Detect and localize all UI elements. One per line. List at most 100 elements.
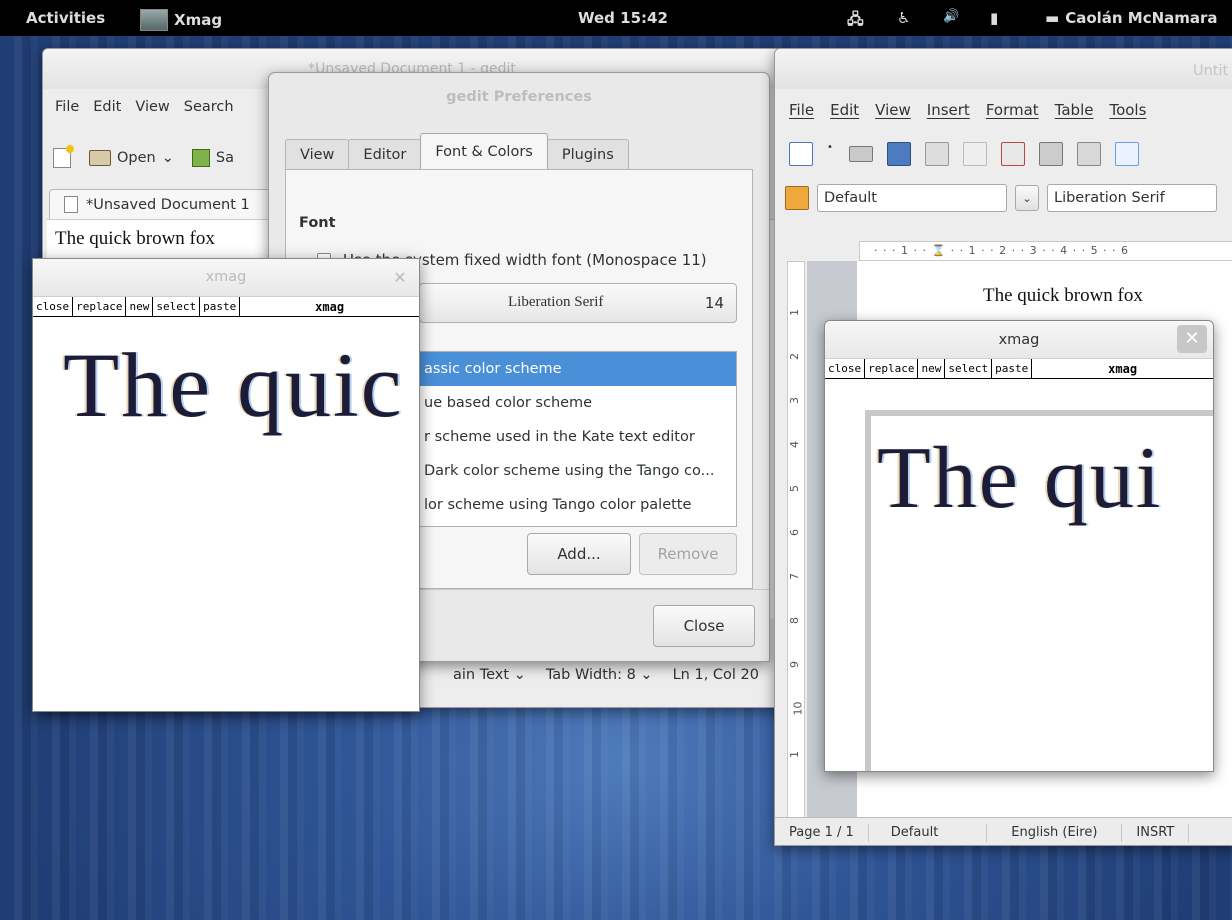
xmag-paste-button[interactable]: paste [200, 297, 241, 316]
vruler-tick: 2 [788, 353, 801, 360]
xmag-close-button[interactable]: close [33, 297, 74, 316]
menu-table[interactable]: Table [1055, 101, 1094, 119]
user-menu[interactable]: ▬ Caolán McNamara [1045, 9, 1218, 27]
menu-file[interactable]: File [789, 101, 814, 119]
open-folder-icon [89, 150, 111, 166]
font-name-combo[interactable]: Liberation Serif [1047, 184, 1217, 212]
styles-icon[interactable] [785, 186, 809, 210]
language-status[interactable]: English (Eire) [987, 823, 1123, 842]
battery-icon[interactable]: ▮ [990, 9, 998, 27]
vruler-tick: 8 [788, 617, 801, 624]
xmag-window-left: xmag ✕ close replace new select paste xm… [32, 258, 420, 712]
chat-icon: ▬ [1045, 9, 1060, 27]
xmag-paste-button[interactable]: paste [992, 359, 1033, 378]
print-preview-icon[interactable] [1077, 142, 1101, 166]
vruler-tick: 1 [788, 309, 801, 316]
tab-font-colors[interactable]: Font & Colors [420, 133, 548, 169]
add-scheme-button[interactable]: Add... [527, 533, 631, 575]
app-menu[interactable]: Xmag [140, 9, 222, 31]
save-icon[interactable] [887, 142, 911, 166]
horizontal-ruler[interactable]: · · · 1 · · ⌛ · · 1 · · 2 · · 3 · · 4 · … [859, 241, 1232, 261]
vruler-tick: 10 [791, 701, 805, 716]
menu-insert[interactable]: Insert [927, 101, 970, 119]
scheme-item[interactable]: Dark color scheme using the Tango co... [420, 454, 736, 488]
tab-view[interactable]: View [285, 139, 350, 169]
font-chooser-button[interactable]: Liberation Serif 14 [419, 283, 737, 323]
chevron-down-icon[interactable]: • [827, 142, 835, 166]
menu-view[interactable]: View [875, 101, 911, 119]
new-document-icon[interactable] [789, 142, 813, 166]
close-icon[interactable]: ✕ [1177, 325, 1207, 353]
page-text: The quick brown fox [983, 285, 1143, 306]
writer-statusbar: Page 1 / 1 Default English (Eire) INSRT [775, 817, 1232, 845]
activities-button[interactable]: Activities [26, 9, 105, 27]
accessibility-icon[interactable]: ♿ [897, 9, 910, 27]
writer-title: Untit [1193, 63, 1229, 79]
magnified-view[interactable]: The qui [825, 380, 1213, 771]
remove-scheme-button[interactable]: Remove [639, 533, 737, 575]
magnified-text: The qui [877, 430, 1163, 527]
menu-tools[interactable]: Tools [1109, 101, 1146, 119]
export-pdf-icon[interactable] [1001, 142, 1025, 166]
xmag-close-button[interactable]: close [825, 359, 866, 378]
language-selector[interactable]: ain Text ⌄ [453, 667, 526, 683]
scheme-item[interactable]: assic color scheme [420, 352, 736, 386]
chevron-down-icon[interactable]: ⌄ [1015, 185, 1039, 211]
vruler-tick: 3 [788, 397, 801, 404]
menu-file[interactable]: File [55, 99, 79, 127]
xmag-label: xmag [315, 299, 345, 314]
xmag-select-button[interactable]: select [945, 359, 993, 378]
menu-search[interactable]: Search [184, 99, 234, 127]
menu-format[interactable]: Format [986, 101, 1039, 119]
xmag-app-icon [140, 9, 168, 31]
preferences-title[interactable]: gedit Preferences [269, 73, 769, 123]
volume-icon[interactable]: 🔊 [943, 9, 959, 24]
open-folder-icon[interactable] [849, 146, 873, 162]
email-icon[interactable] [925, 142, 949, 166]
clock[interactable]: Wed 15:42 [578, 9, 668, 27]
xmag-replace-button[interactable]: replace [73, 297, 127, 316]
tab-width-selector[interactable]: Tab Width: 8 ⌄ [546, 667, 653, 683]
tab-width-label: Tab Width: 8 [545, 667, 636, 683]
paragraph-style-combo[interactable]: Default [817, 184, 1007, 212]
preferences-tabs: View Editor Font & Colors Plugins [285, 133, 629, 169]
scheme-item[interactable]: lor scheme using Tango color palette [420, 488, 736, 522]
vertical-ruler[interactable]: 1 2 3 4 5 6 7 8 9 10 1 [787, 261, 805, 821]
xmag-replace-button[interactable]: replace [865, 359, 919, 378]
insert-mode[interactable]: INSRT [1122, 823, 1190, 842]
open-button[interactable]: Open ⌄ [89, 150, 174, 166]
magnified-view[interactable]: The quic [33, 318, 419, 711]
scheme-item[interactable]: r scheme used in the Kate text editor [420, 420, 736, 454]
save-button[interactable]: Sa [191, 149, 234, 167]
menu-edit[interactable]: Edit [93, 99, 121, 127]
xmag-titlebar[interactable]: xmag [825, 321, 1213, 359]
tab-plugins[interactable]: Plugins [546, 139, 629, 169]
spellcheck-icon[interactable] [1115, 142, 1139, 166]
scheme-item[interactable]: ue based color scheme [420, 386, 736, 420]
menu-edit[interactable]: Edit [830, 101, 859, 119]
close-icon[interactable]: ✕ [389, 267, 411, 289]
document-tab-label: *Unsaved Document 1 [86, 196, 250, 213]
network-icon[interactable]: 🖧 [847, 9, 864, 34]
vruler-tick: 5 [788, 485, 801, 492]
print-icon[interactable] [1039, 142, 1063, 166]
cursor-position: Ln 1, Col 20 [672, 667, 759, 683]
editor-text: The quick brown fox [55, 228, 215, 249]
app-menu-label: Xmag [174, 11, 223, 29]
page-style[interactable]: Default [869, 823, 988, 842]
xmag-new-button[interactable]: new [918, 359, 946, 378]
writer-titlebar[interactable]: Untit [775, 49, 1232, 89]
new-button[interactable] [53, 145, 74, 168]
gedit-toolbar: Open ⌄ Sa [53, 141, 234, 175]
tab-editor[interactable]: Editor [348, 139, 422, 169]
xmag-new-button[interactable]: new [126, 297, 154, 316]
paragraph-style-value: Default [824, 190, 877, 206]
formatting-toolbar: Default ⌄ Liberation Serif [785, 181, 1217, 215]
edit-file-icon[interactable] [963, 142, 987, 166]
xmag-select-button[interactable]: select [153, 297, 201, 316]
language-label: ain Text [453, 667, 510, 683]
close-button[interactable]: Close [653, 605, 755, 647]
user-name: Caolán McNamara [1065, 9, 1218, 27]
menu-view[interactable]: View [135, 99, 169, 127]
xmag-titlebar[interactable]: xmag [33, 259, 419, 297]
